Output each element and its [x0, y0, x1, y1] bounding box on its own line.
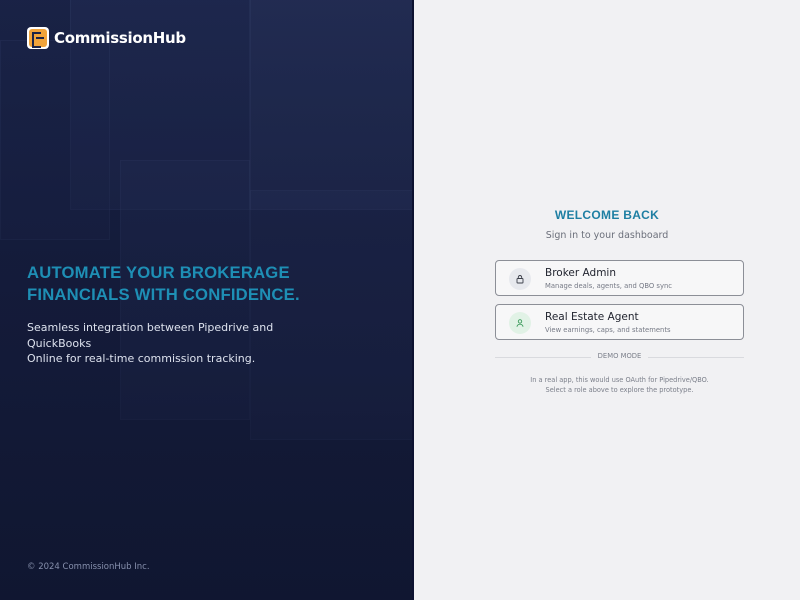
demo-mode-label: DEMO MODE [597, 352, 642, 360]
role-title: Broker Admin [545, 267, 616, 279]
hero-subline-line: Online for real-time commission tracking… [27, 352, 256, 365]
divider-line [648, 357, 744, 358]
welcome-title: WELCOME BACK [554, 208, 660, 222]
demo-note: In a real app, this would use OAuth for … [414, 376, 800, 395]
signin-subtitle: Sign in to your dashboard [545, 230, 669, 241]
copyright-text: © 2024 CommissionHub Inc. [27, 562, 150, 572]
broker-admin-button[interactable]: Broker Admin Manage deals, agents, and Q… [495, 260, 744, 296]
hero-subline-line: Seamless integration between Pipedrive a… [27, 321, 274, 350]
demo-mode-divider: DEMO MODE [495, 352, 744, 362]
role-title: Real Estate Agent [545, 311, 639, 323]
role-description: View earnings, caps, and statements [545, 326, 671, 334]
hero-headline-line: AUTOMATE YOUR BROKERAGE [27, 263, 290, 282]
hero-headline: AUTOMATE YOUR BROKERAGE FINANCIALS WITH … [27, 262, 380, 306]
real-estate-agent-button[interactable]: Real Estate Agent View earnings, caps, a… [495, 304, 744, 340]
hero-subline: Seamless integration between Pipedrive a… [27, 320, 317, 367]
brand-name: CommissionHub [54, 29, 186, 47]
demo-note-line: In a real app, this would use OAuth for … [530, 376, 709, 384]
hero-headline-line: FINANCIALS WITH CONFIDENCE. [27, 285, 300, 304]
user-icon [509, 312, 531, 334]
lock-icon [509, 268, 531, 290]
login-panel: WELCOME BACK Sign in to your dashboard B… [414, 0, 800, 600]
brand-logo: CommissionHub [27, 27, 186, 49]
hero-panel: CommissionHub AUTOMATE YOUR BROKERAGE FI… [0, 0, 413, 600]
commissionhub-logo-icon [27, 27, 49, 49]
role-description: Manage deals, agents, and QBO sync [545, 282, 673, 290]
demo-note-line: Select a role above to explore the proto… [545, 385, 694, 394]
